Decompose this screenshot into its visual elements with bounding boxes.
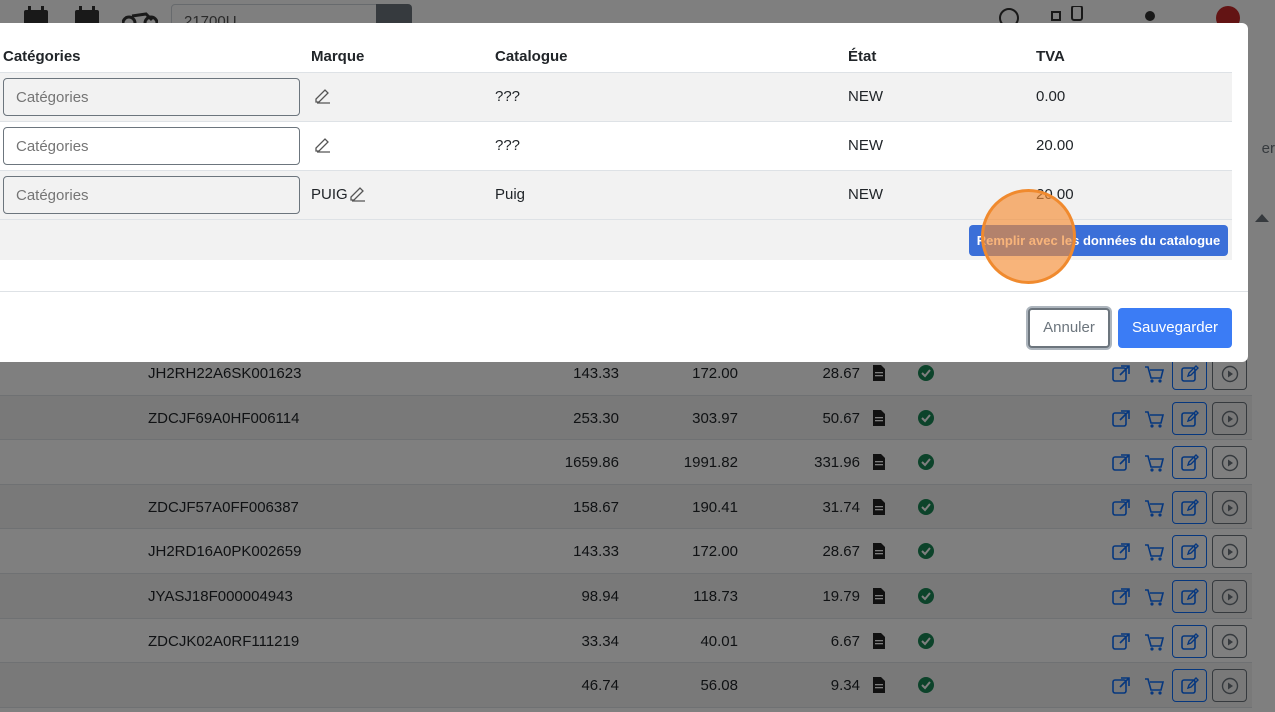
catalogue-value: Puig [495,186,526,203]
edit-icon[interactable] [315,88,331,104]
table-header: Catégories Marque Catalogue État TVA [0,23,1232,72]
etat-value: NEW [848,88,883,105]
categories-input[interactable] [3,176,300,214]
etat-value: NEW [848,137,883,154]
click-indicator [981,189,1076,284]
header-etat: État [848,48,877,65]
edit-icon[interactable] [315,137,331,153]
modal-footer: Annuler Sauvegarder [0,291,1248,362]
catalogue-value: ??? [495,88,521,105]
categories-modal: Catégories Marque Catalogue État TVA ???… [0,23,1248,362]
table-row: ??? NEW 20.00 [0,121,1232,170]
tva-value: 20.00 [1036,137,1074,154]
table-row: ??? NEW 0.00 [0,72,1232,121]
header-tva: TVA [1036,48,1065,65]
header-marque: Marque [311,48,365,65]
save-button[interactable]: Sauvegarder [1118,308,1232,348]
categories-input[interactable] [3,78,300,116]
catalogue-value: ??? [495,137,521,154]
header-catalogue: Catalogue [495,48,568,65]
etat-value: NEW [848,186,883,203]
header-categories: Catégories [3,48,81,65]
categories-input[interactable] [3,127,300,165]
tva-value: 0.00 [1036,88,1066,105]
edit-icon[interactable] [350,186,366,202]
cancel-button[interactable]: Annuler [1028,308,1110,348]
marque-value: PUIG [311,186,348,203]
